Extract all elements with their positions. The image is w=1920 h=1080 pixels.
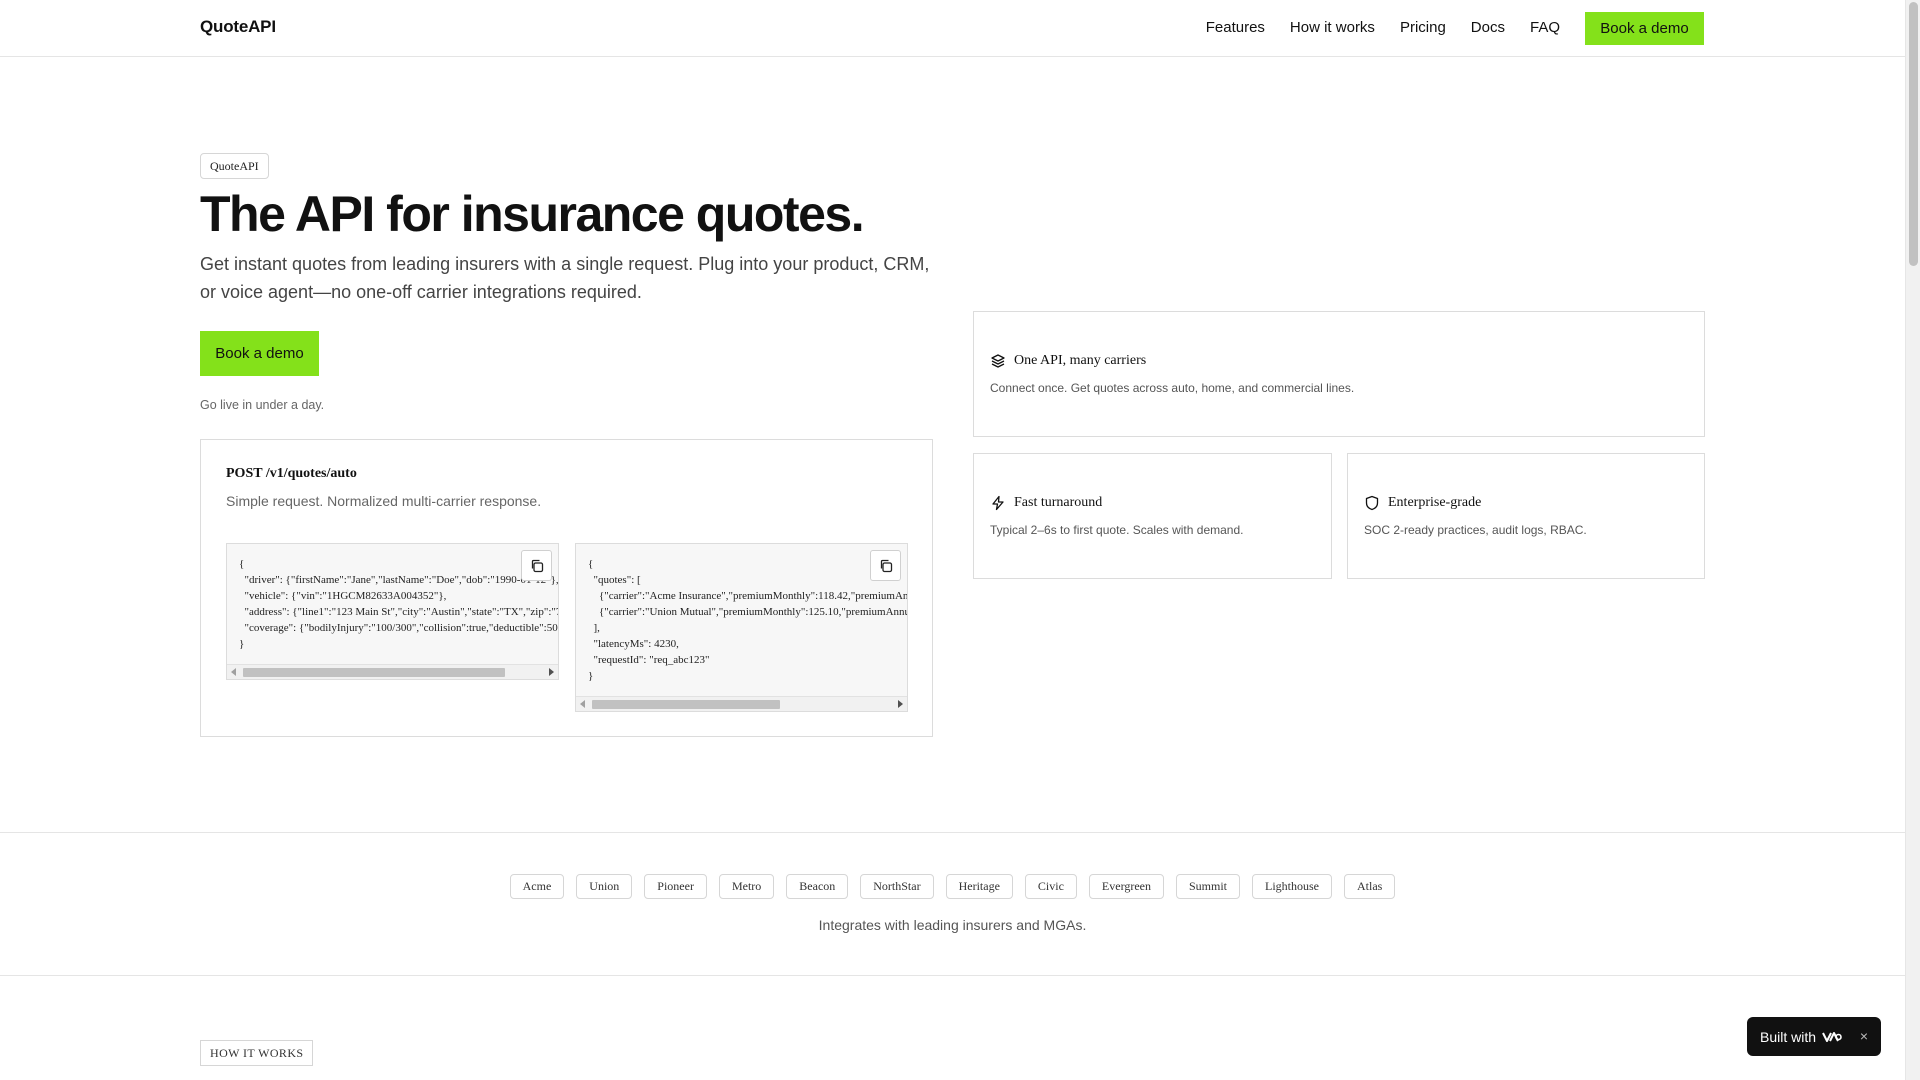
- hero-title: The API for insurance quotes.: [200, 186, 865, 242]
- code-endpoint-title: POST /v1/quotes/auto: [226, 466, 357, 481]
- response-code-block[interactable]: { "quotes": [ {"carrier":"Acme Insurance…: [575, 543, 908, 712]
- hero-book-demo-button[interactable]: Book a demo: [200, 331, 319, 376]
- carrier-pill: Summit: [1176, 874, 1241, 899]
- close-badge-icon[interactable]: ×: [1860, 1029, 1868, 1043]
- nav-faq[interactable]: FAQ: [1530, 11, 1560, 45]
- response-code: { "quotes": [ {"carrier":"Acme Insurance…: [588, 558, 908, 682]
- copy-icon: [531, 559, 543, 572]
- scroll-right-arrow[interactable]: [549, 668, 554, 676]
- carrier-pill: Heritage: [945, 874, 1013, 899]
- copy-request-button[interactable]: [521, 550, 552, 581]
- feature-card-enterprise: Enterprise-grade SOC 2-ready practices, …: [1347, 453, 1705, 579]
- feature-title: Fast turnaround: [1014, 495, 1103, 510]
- code-example-card: POST /v1/quotes/auto Simple request. Nor…: [200, 439, 933, 737]
- page-scroll-thumb[interactable]: [1909, 2, 1918, 266]
- request-code-block[interactable]: { "driver": {"firstName":"Jane","lastNam…: [226, 543, 559, 680]
- built-with-label: Built with: [1760, 1028, 1817, 1045]
- hero-subtitle: Get instant quotes from leading insurers…: [200, 254, 930, 302]
- scroll-left-arrow[interactable]: [231, 668, 236, 676]
- carrier-pill: Pioneer: [644, 874, 707, 899]
- main-nav: Features How it works Pricing Docs FAQ B…: [1206, 11, 1905, 45]
- carrier-pills: Acme Union Pioneer Metro Beacon NorthSta…: [0, 874, 1905, 899]
- code-subtitle: Simple request. Normalized multi-carrier…: [226, 493, 542, 509]
- builder-logo-icon: [1822, 1031, 1842, 1042]
- carrier-pill: Beacon: [786, 874, 849, 899]
- carrier-pill: Civic: [1024, 874, 1077, 899]
- feature-description: Connect once. Get quotes across auto, ho…: [990, 381, 1355, 395]
- carrier-pill: Acme: [509, 874, 565, 899]
- carrier-pill: NorthStar: [860, 874, 934, 899]
- nav-how-it-works[interactable]: How it works: [1290, 11, 1375, 45]
- request-code: { "driver": {"firstName":"Jane","lastNam…: [239, 558, 559, 650]
- page-vertical-scrollbar[interactable]: [1905, 0, 1920, 1080]
- response-horizontal-scrollbar[interactable]: [576, 696, 907, 711]
- feature-card-carriers: One API, many carriers Connect once. Get…: [973, 311, 1705, 437]
- scroll-thumb[interactable]: [243, 668, 505, 677]
- scroll-thumb[interactable]: [592, 700, 780, 709]
- copy-response-button[interactable]: [870, 550, 901, 581]
- built-with-badge[interactable]: Built with ×: [1747, 1017, 1881, 1056]
- feature-card-turnaround: Fast turnaround Typical 2–6s to first qu…: [973, 453, 1332, 579]
- carriers-note: Integrates with leading insurers and MGA…: [818, 917, 1087, 933]
- scroll-left-arrow[interactable]: [580, 700, 585, 708]
- hero-note: Go live in under a day.: [200, 398, 325, 412]
- feature-title: One API, many carriers: [1014, 353, 1147, 368]
- carriers-strip: Acme Union Pioneer Metro Beacon NorthSta…: [0, 832, 1905, 976]
- nav-docs[interactable]: Docs: [1471, 11, 1505, 45]
- carrier-pill: Metro: [718, 874, 775, 899]
- hero-tag: QuoteAPI: [200, 153, 269, 179]
- nav-features[interactable]: Features: [1206, 11, 1265, 45]
- scroll-right-arrow[interactable]: [898, 700, 903, 708]
- shield-icon: [1365, 495, 1379, 511]
- layers-icon: [991, 354, 1005, 368]
- carrier-pill: Atlas: [1344, 874, 1396, 899]
- header-book-demo-button[interactable]: Book a demo: [1585, 11, 1704, 45]
- site-header: QuoteAPI Features How it works Pricing D…: [0, 0, 1905, 57]
- nav-pricing[interactable]: Pricing: [1400, 11, 1446, 45]
- feature-title: Enterprise-grade: [1388, 495, 1482, 510]
- page: QuoteAPI Features How it works Pricing D…: [0, 0, 1905, 1080]
- feature-description: Typical 2–6s to first quote. Scales with…: [990, 523, 1244, 537]
- bolt-icon: [992, 495, 1004, 511]
- carrier-pill: Lighthouse: [1252, 874, 1333, 899]
- carrier-pill: Evergreen: [1088, 874, 1164, 899]
- brand-logo[interactable]: QuoteAPI: [200, 17, 276, 37]
- how-it-works-tag: HOW IT WORKS: [200, 1040, 314, 1066]
- request-horizontal-scrollbar[interactable]: [227, 664, 558, 679]
- carrier-pill: Union: [576, 874, 633, 899]
- copy-icon: [880, 559, 892, 572]
- feature-description: SOC 2-ready practices, audit logs, RBAC.: [1364, 523, 1587, 537]
